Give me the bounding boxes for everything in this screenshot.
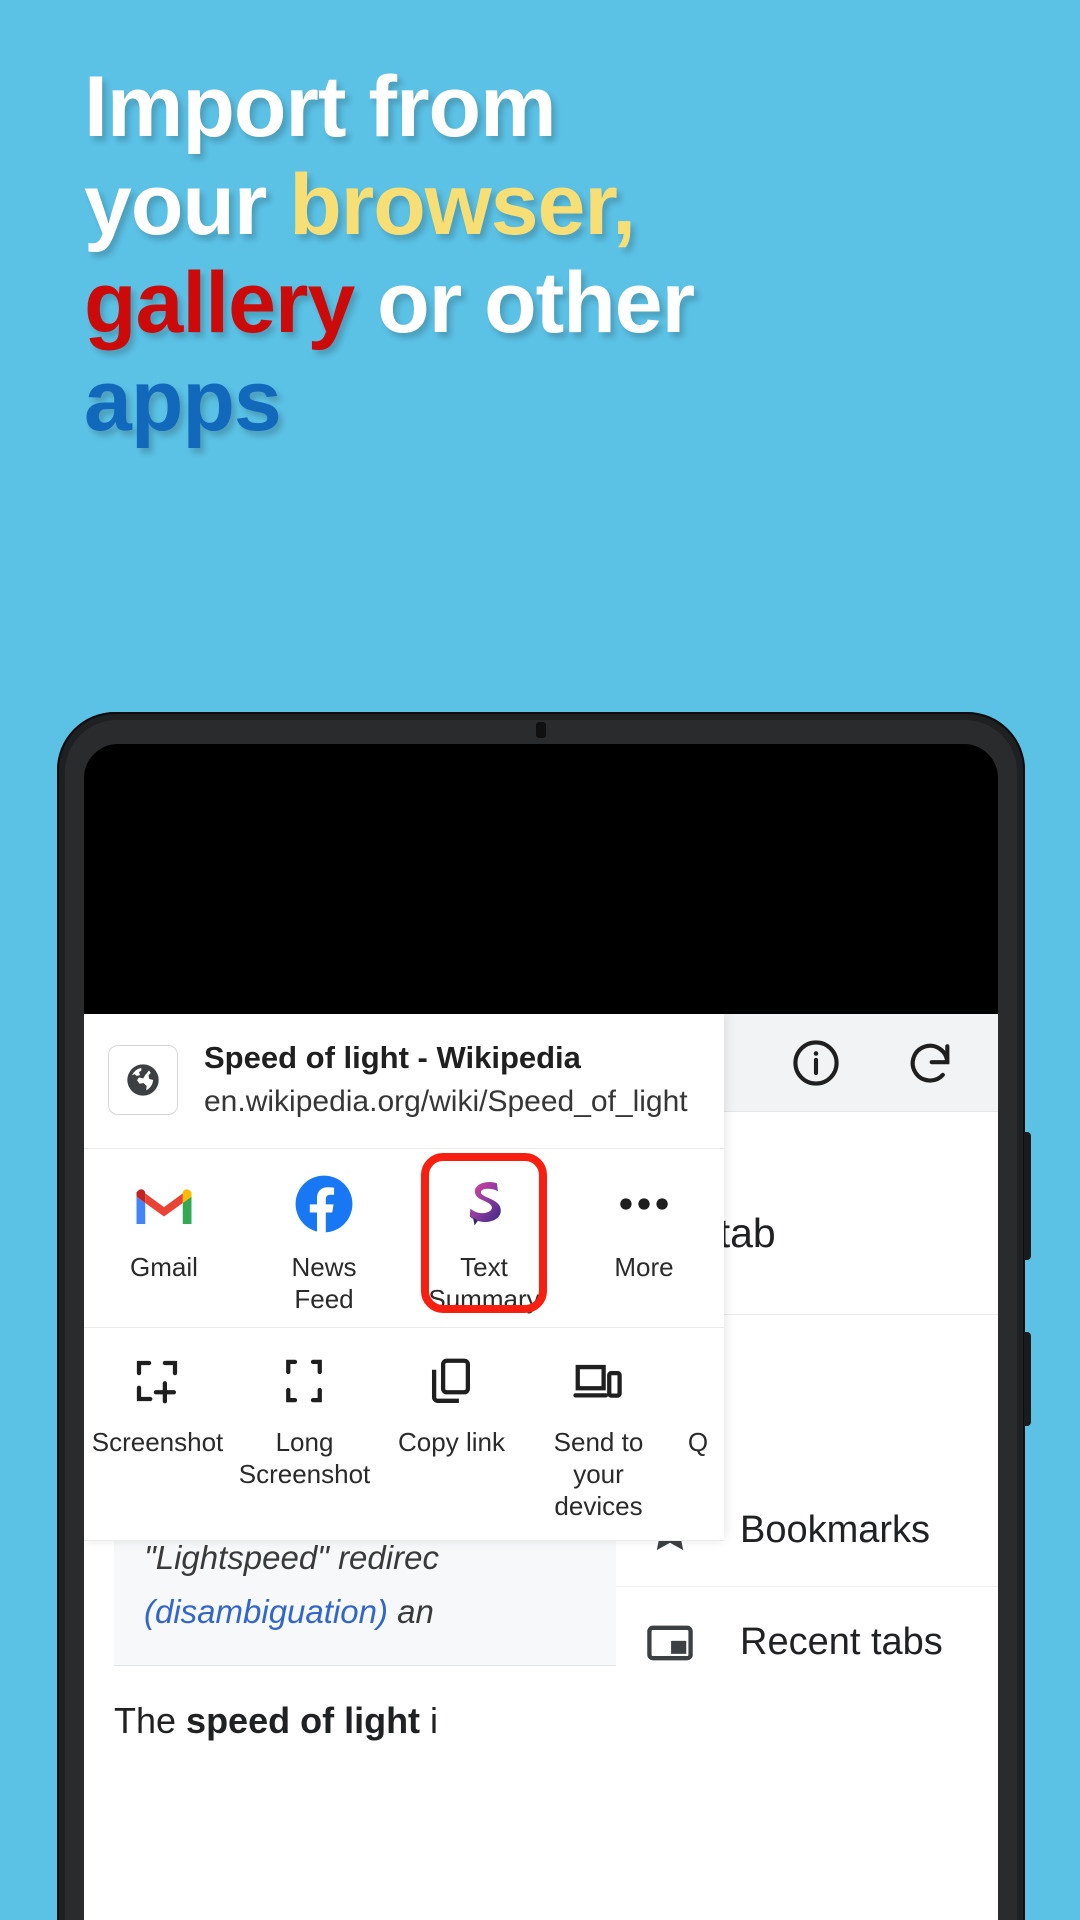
- share-action-label-line1: Send to your: [553, 1427, 644, 1489]
- share-action-label: Q: [687, 1427, 709, 1457]
- article-paragraph: The speed of light i: [114, 1696, 616, 1746]
- share-target-more[interactable]: More: [564, 1171, 724, 1315]
- more-dots-icon: [611, 1171, 677, 1237]
- share-action-label-line2: Screenshot: [238, 1459, 371, 1489]
- share-target-label-line2: Summary: [428, 1284, 540, 1314]
- article-text-pre: The: [114, 1700, 187, 1741]
- headline-word-browser: browser,: [289, 157, 636, 253]
- share-action-send-to-devices[interactable]: Send to your devices: [525, 1354, 672, 1522]
- share-action-label: Screenshot: [91, 1427, 224, 1457]
- share-target-label: Gmail: [130, 1252, 198, 1282]
- chrome-menu-item-label: Recent tabs: [740, 1621, 943, 1663]
- phone-mockup: ito tab Bookmarks: [57, 712, 1031, 1920]
- info-circle-icon[interactable]: [790, 1037, 842, 1089]
- headline-line-4: apps: [84, 352, 984, 450]
- chrome-menu-item-label: Bookmarks: [740, 1508, 931, 1551]
- headline-line-3: gallery or other: [84, 254, 984, 352]
- share-target-text-summary[interactable]: Text Summary: [404, 1153, 564, 1315]
- chrome-menu-item-recent-tabs[interactable]: Recent tabs: [616, 1586, 998, 1698]
- share-preview[interactable]: Speed of light - Wikipedia en.wikipedia.…: [84, 1014, 724, 1149]
- headline-word: Import from: [84, 59, 557, 155]
- text-summary-icon: [451, 1171, 517, 1237]
- long-screenshot-icon: [277, 1354, 333, 1410]
- screen-content: ito tab Bookmarks: [84, 1014, 998, 1920]
- headline-line-2: your browser,: [84, 156, 984, 254]
- phone-screen: ito tab Bookmarks: [84, 744, 998, 1920]
- share-sheet: Speed of light - Wikipedia en.wikipedia.…: [84, 1014, 724, 1541]
- facebook-icon: [291, 1171, 357, 1237]
- hatnote-link[interactable]: (disambiguation): [144, 1593, 388, 1630]
- reload-icon[interactable]: [904, 1037, 956, 1089]
- headline-word: your: [84, 157, 290, 253]
- share-action-label: Copy link: [398, 1427, 505, 1457]
- share-action-row: Screenshot Long Screenshot Copy link Sen…: [84, 1328, 724, 1541]
- share-action-label: Send to your devices: [525, 1426, 672, 1522]
- volume-button[interactable]: [1024, 1132, 1031, 1260]
- hatnote-text-pre: "Lightspeed" redirec: [144, 1539, 439, 1576]
- page-title: Import from your browser, gallery or oth…: [84, 58, 984, 450]
- article-text-bold: speed of light: [186, 1700, 421, 1741]
- gmail-icon: [131, 1171, 197, 1237]
- share-action-label: Long Screenshot: [239, 1426, 371, 1490]
- globe-icon: [108, 1045, 178, 1115]
- article-text-post: i: [420, 1700, 439, 1741]
- share-action-copy-link[interactable]: Copy link: [378, 1354, 525, 1522]
- share-app-row: Gmail News Feed Text Summary More: [84, 1149, 724, 1328]
- share-action-screenshot[interactable]: Screenshot: [84, 1354, 231, 1522]
- share-action-label-line2: devices: [554, 1491, 643, 1521]
- send-to-devices-icon: [571, 1354, 627, 1410]
- share-action-long-screenshot[interactable]: Long Screenshot: [231, 1354, 378, 1522]
- phone-earpiece: [536, 722, 546, 738]
- share-target-label: Text Summary: [428, 1251, 539, 1315]
- hatnote-text-post: an: [387, 1593, 434, 1630]
- share-action-clipped[interactable]: Q: [672, 1354, 724, 1522]
- screenshot-icon: [130, 1354, 186, 1410]
- headline-word-apps: apps: [84, 353, 282, 449]
- recent-tabs-icon: [644, 1617, 696, 1669]
- copy-link-icon: [424, 1354, 480, 1410]
- share-target-label: News Feed: [291, 1252, 357, 1314]
- share-preview-title: Speed of light - Wikipedia: [204, 1040, 581, 1075]
- share-preview-url: en.wikipedia.org/wiki/Speed_of_light: [204, 1085, 688, 1118]
- qr-code-icon: [672, 1354, 724, 1410]
- share-preview-text: Speed of light - Wikipedia en.wikipedia.…: [204, 1036, 688, 1124]
- share-target-gmail[interactable]: Gmail: [84, 1171, 244, 1315]
- share-target-label: More: [614, 1252, 674, 1282]
- headline-word-gallery: gallery: [84, 255, 355, 351]
- headline-word: or other: [354, 255, 695, 351]
- share-action-label-line1: Long: [275, 1427, 334, 1457]
- power-button[interactable]: [1024, 1332, 1031, 1426]
- share-target-news-feed[interactable]: News Feed: [244, 1171, 404, 1315]
- headline-line-1: Import from: [84, 58, 984, 156]
- share-target-label-line1: Text: [460, 1252, 508, 1282]
